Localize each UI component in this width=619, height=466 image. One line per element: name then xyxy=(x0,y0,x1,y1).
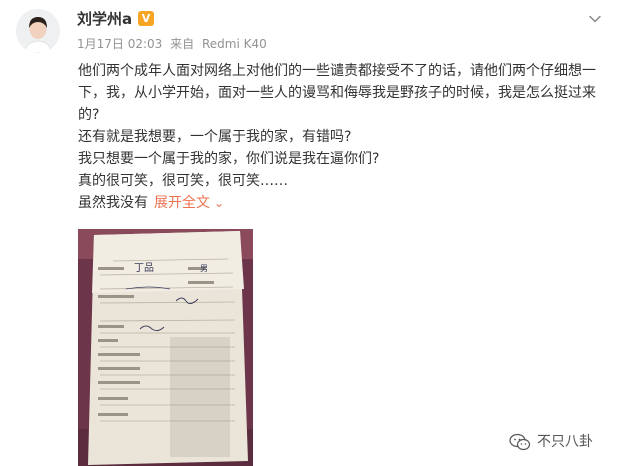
truncated-text: 虽然我没有 xyxy=(78,195,148,211)
post-paragraph: 还有就是我想要，一个属于我的家，有错吗? xyxy=(78,129,352,145)
verified-badge-icon: V xyxy=(138,11,154,26)
handwriting-name: 丁品 xyxy=(134,262,154,274)
post-date[interactable]: 1月17日 02:03 xyxy=(77,37,162,51)
post-text: 他们两个成年人面对网络上对他们的一些谴责都接受不了的话，请他们两个仔细想一下，我… xyxy=(78,60,612,214)
source-prefix: 来自 xyxy=(170,37,195,51)
expand-chevron-down-icon[interactable]: ⌄ xyxy=(214,196,224,210)
post-meta: 1月17日 02:03 来自 Redmi K40 xyxy=(77,36,271,52)
truncated-line: 虽然我没有 展开全文 ⌄ xyxy=(78,192,612,214)
avatar-image xyxy=(16,9,60,53)
watermark-text: 不只八卦 xyxy=(537,434,593,450)
post-paragraph: 他们两个成年人面对网络上对他们的一些谴责都接受不了的话，请他们两个仔细想一下，我… xyxy=(78,63,596,123)
username[interactable]: 刘学州a xyxy=(77,9,132,29)
expand-full-text-link[interactable]: 展开全文 xyxy=(154,195,210,211)
avatar[interactable] xyxy=(16,9,60,53)
post-photo[interactable]: 丁品 男 xyxy=(78,229,253,466)
post-paragraph: 我只想要一个属于我的家，你们说是我在逼你们? xyxy=(78,151,380,167)
wechat-icon xyxy=(509,433,531,451)
household-register-photo: 丁品 男 xyxy=(78,229,253,466)
handwriting-gender: 男 xyxy=(200,264,208,273)
more-chevron-down-icon[interactable] xyxy=(587,11,603,27)
post-paragraph: 真的很可笑，很可笑，很可笑…… xyxy=(78,173,288,189)
source-device[interactable]: Redmi K40 xyxy=(202,37,267,51)
